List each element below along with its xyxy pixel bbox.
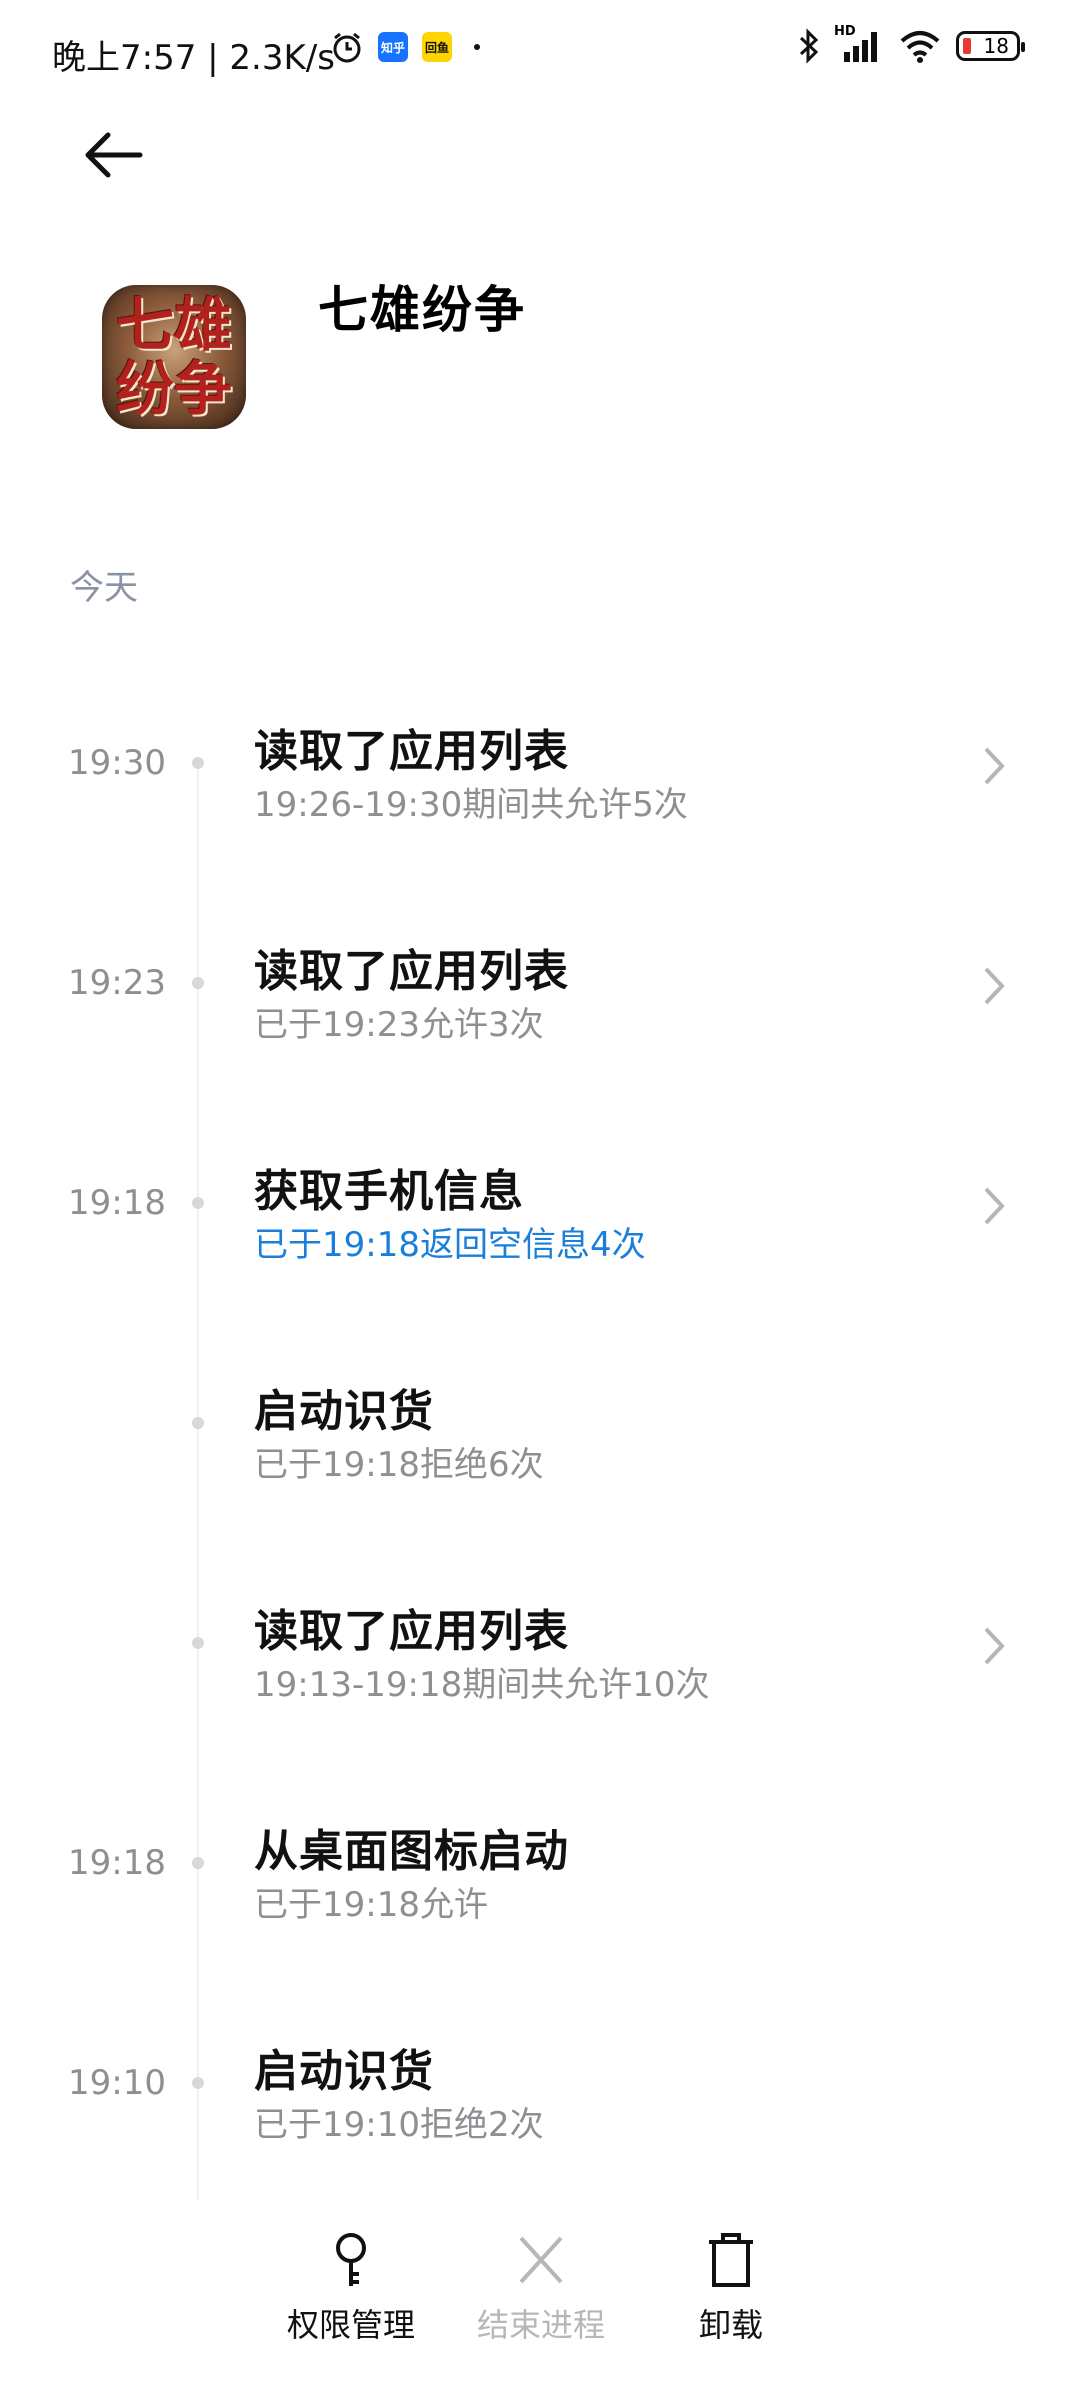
entry-time: 19:18: [68, 1843, 166, 1883]
entry-time: 19:10: [68, 2063, 166, 2103]
status-right-icons: HD 18: [798, 24, 1025, 64]
entry-title: 读取了应用列表: [254, 726, 569, 777]
timeline-entry[interactable]: 读取了应用列表 19:13-19:18期间共允许10次: [0, 1575, 1080, 1755]
timeline-entry: 启动识货 已于19:18拒绝6次: [0, 1355, 1080, 1535]
battery-icon: 18: [956, 31, 1025, 61]
chevron-right-icon: [984, 1627, 1005, 1665]
entry-subtitle: 19:26-19:30期间共允许5次: [254, 785, 688, 825]
dot-icon: [474, 44, 480, 50]
bottom-action-bar: 权限管理 结束进程 卸载: [0, 2230, 1080, 2400]
timeline-dot: [192, 757, 204, 769]
timeline-entry[interactable]: 19:30 读取了应用列表 19:26-19:30期间共允许5次: [0, 695, 1080, 875]
entry-subtitle: 已于19:18允许: [254, 1885, 488, 1925]
chevron-right-icon: [984, 1187, 1005, 1225]
timeline-dot: [192, 977, 204, 989]
entry-subtitle: 已于19:18返回空信息4次: [254, 1225, 646, 1265]
close-icon: [519, 2236, 563, 2284]
app-icon-text: 七雄 纷争: [115, 291, 232, 423]
status-time: 晚上7:57 | 2.3K/s: [52, 38, 335, 78]
uninstall-label: 卸载: [698, 2306, 763, 2344]
timeline-dot: [192, 2077, 204, 2089]
entry-subtitle: 已于19:23允许3次: [254, 1005, 544, 1045]
entry-title: 从桌面图标启动: [254, 1826, 569, 1877]
entry-subtitle: 已于19:18拒绝6次: [254, 1445, 544, 1485]
uninstall-button[interactable]: 卸载: [646, 2230, 816, 2346]
arrow-left-icon: [85, 132, 143, 178]
zhihu-app-icon: 知乎: [378, 32, 408, 62]
timeline-dot: [192, 1637, 204, 1649]
entry-title: 启动识货: [254, 2046, 434, 2097]
battery-level: 18: [983, 34, 1009, 58]
entry-title: 读取了应用列表: [254, 946, 569, 997]
end-process-label: 结束进程: [476, 2306, 605, 2344]
status-left-icons: 知乎 回鱼: [330, 30, 480, 64]
timeline-entry: 19:10 启动识货 已于19:10拒绝2次: [0, 2015, 1080, 2195]
app-icon: 七雄 纷争: [102, 285, 246, 429]
timeline-dot: [192, 1417, 204, 1429]
timeline-entry: 19:18 从桌面图标启动 已于19:18允许: [0, 1795, 1080, 1975]
hd-label: HD: [834, 24, 856, 39]
timeline-entry[interactable]: 19:23 读取了应用列表 已于19:23允许3次: [0, 915, 1080, 1095]
entry-time: 19:23: [68, 963, 166, 1003]
chevron-right-icon: [984, 747, 1005, 785]
entry-title: 获取手机信息: [254, 1166, 524, 1217]
entry-time: 19:18: [68, 1183, 166, 1223]
status-bar: 晚上7:57 | 2.3K/s 知乎 回鱼 HD 18: [0, 0, 1080, 110]
key-icon: [336, 2233, 366, 2286]
bluetooth-icon: [799, 28, 819, 64]
wifi-icon: [900, 31, 940, 63]
entry-title: 读取了应用列表: [254, 1606, 569, 1657]
xianyu-app-icon: 回鱼: [422, 32, 452, 62]
entry-subtitle: 已于19:10拒绝2次: [254, 2105, 544, 2145]
timeline-dot: [192, 1857, 204, 1869]
trash-icon: [709, 2233, 753, 2287]
entry-title: 启动识货: [254, 1386, 434, 1437]
chevron-right-icon: [984, 967, 1005, 1005]
section-label-today: 今天: [70, 568, 138, 608]
back-button[interactable]: [80, 125, 150, 185]
permission-management-label: 权限管理: [286, 2306, 415, 2344]
permission-management-button[interactable]: 权限管理: [266, 2230, 436, 2346]
end-process-button[interactable]: 结束进程: [456, 2230, 626, 2346]
app-title: 七雄纷争: [318, 281, 526, 339]
timeline-entry[interactable]: 19:18 获取手机信息 已于19:18返回空信息4次: [0, 1135, 1080, 1315]
entry-subtitle: 19:13-19:18期间共允许10次: [254, 1665, 710, 1705]
alarm-icon: [333, 32, 361, 63]
timeline-dot: [192, 1197, 204, 1209]
entry-time: 19:30: [68, 743, 166, 783]
signal-icon: HD: [834, 24, 884, 64]
